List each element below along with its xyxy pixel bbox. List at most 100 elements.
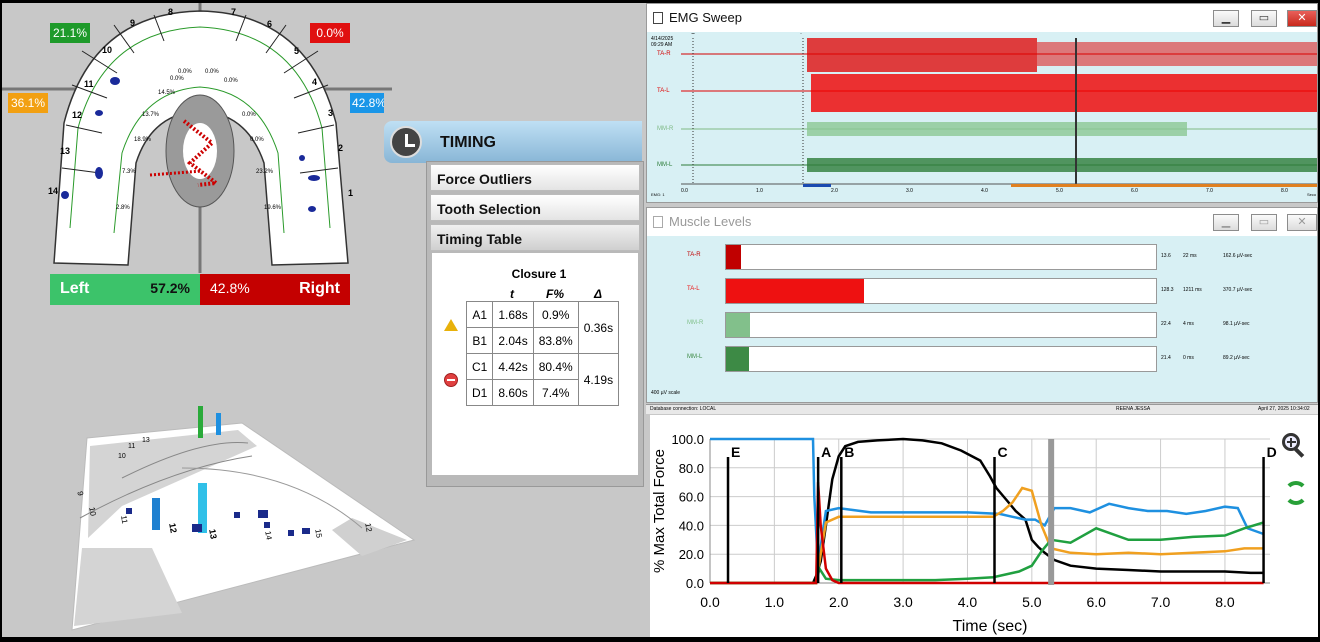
inner-percent: 18.9% bbox=[134, 137, 152, 143]
badge-top-left: 21.1% bbox=[50, 23, 90, 43]
muscle-value: 21.4 bbox=[1161, 355, 1171, 361]
close-button[interactable]: ✕ bbox=[1287, 214, 1317, 231]
tooth-number: 7 bbox=[231, 7, 237, 17]
muscle-value: 370.7 µV-sec bbox=[1223, 287, 1253, 293]
muscle-value: 1211 ms bbox=[1183, 287, 1202, 293]
inner-percent: 0.0% bbox=[242, 112, 256, 118]
muscle-value: 0 ms bbox=[1183, 355, 1194, 361]
tooth-number: 11 bbox=[84, 79, 94, 89]
muscle-level-track bbox=[725, 312, 1157, 338]
table-row: A1 1.68s 0.9% 0.36s bbox=[465, 301, 620, 354]
emg-x-tick: 1.0 bbox=[756, 188, 763, 194]
row-label: B1 bbox=[465, 327, 494, 354]
left-label: Left bbox=[60, 280, 90, 297]
model-tooth-label: 12 bbox=[167, 522, 179, 534]
series-line bbox=[710, 486, 1264, 585]
status-user: REENA JESSA bbox=[1116, 406, 1151, 412]
right-force-bar: 42.8% Right bbox=[200, 274, 350, 305]
y-tick-label: 40.0 bbox=[679, 518, 704, 533]
muscle-value: 13.6 bbox=[1161, 253, 1171, 259]
status-connection: Database connection: LOCAL bbox=[650, 406, 717, 412]
maximize-button[interactable]: ▭ bbox=[1251, 214, 1277, 231]
emg-sweep-window: EMG Sweep ▁ ▭ ✕ 4/14/2025 09:29 AM E A T… bbox=[646, 3, 1318, 203]
model-tooth-label: 10 bbox=[118, 453, 126, 460]
inner-percent: 0.0% bbox=[224, 78, 238, 84]
muscle-level-track bbox=[725, 346, 1157, 372]
muscle-level-track bbox=[725, 244, 1157, 270]
muscle-title: Muscle Levels bbox=[669, 214, 752, 229]
marker-label: D bbox=[1267, 444, 1277, 460]
channel-label: MM-L bbox=[657, 162, 673, 168]
inner-percent: 13.7% bbox=[142, 112, 160, 118]
model-tooth-label: 13 bbox=[207, 528, 219, 540]
muscle-level-track bbox=[725, 278, 1157, 304]
marker-label: C bbox=[998, 444, 1008, 460]
inner-percent: 2.8% bbox=[116, 205, 130, 211]
muscle-value: 89.2 µV-sec bbox=[1223, 355, 1250, 361]
menu-force-outliers[interactable]: Force Outliers bbox=[430, 164, 640, 191]
minimize-button[interactable]: ▁ bbox=[1213, 10, 1239, 27]
menu-tooth-selection[interactable]: Tooth Selection bbox=[430, 194, 640, 221]
y-tick-label: 60.0 bbox=[679, 490, 704, 505]
emg-x-tick: 7.0 bbox=[1206, 188, 1213, 194]
tooth-number: 10 bbox=[102, 45, 113, 55]
row-f: 0.9% bbox=[532, 301, 579, 328]
muscle-name: TA-L bbox=[687, 286, 700, 292]
tooth-number: 2 bbox=[338, 143, 344, 153]
muscle-name: TA-R bbox=[687, 252, 701, 258]
status-bar: Database connection: LOCAL REENA JESSA A… bbox=[646, 404, 1318, 414]
muscle-titlebar: Muscle Levels ▁ ▭ ✕ bbox=[647, 208, 1317, 236]
app-root: 21.1% 0.0% 36.1% 42.8% 1 2 3 4 5 6 7 8 9… bbox=[2, 3, 1318, 637]
muscle-value: 22 ms bbox=[1183, 253, 1197, 259]
refresh-icon[interactable] bbox=[1284, 481, 1308, 505]
tooth-number: 12 bbox=[72, 110, 83, 120]
inner-percent: 0.0% bbox=[178, 69, 192, 75]
closure-title: Closure 1 bbox=[511, 267, 567, 281]
row-f: 80.4% bbox=[532, 353, 579, 380]
menu-timing-table[interactable]: Timing Table bbox=[430, 224, 640, 251]
close-button[interactable]: ✕ bbox=[1287, 10, 1317, 27]
tooth-number: 6 bbox=[267, 19, 273, 29]
force-3d-model bbox=[71, 406, 416, 631]
tooth-number: 8 bbox=[168, 7, 174, 17]
minimize-button[interactable]: ▁ bbox=[1213, 214, 1239, 231]
maximize-button[interactable]: ▭ bbox=[1251, 10, 1277, 27]
row-label: D1 bbox=[465, 379, 494, 406]
muscle-value: 22.4 bbox=[1161, 321, 1171, 327]
muscle-scale: 400 µV scale bbox=[651, 390, 681, 396]
emg-x-tick: 6.0 bbox=[1131, 188, 1138, 194]
emg-footer-left: EMG: 1 bbox=[651, 192, 665, 197]
tooth-number: 3 bbox=[328, 108, 334, 118]
right-value: 42.8% bbox=[210, 280, 250, 296]
emg-x-tick: 4.0 bbox=[981, 188, 988, 194]
zoom-icon[interactable] bbox=[1282, 433, 1306, 458]
tooth-number: 14 bbox=[48, 186, 59, 196]
timing-header[interactable]: TIMING bbox=[384, 121, 642, 163]
emg-x-tick: 8.0 bbox=[1281, 188, 1288, 194]
x-tick-label: 5.0 bbox=[1022, 594, 1042, 610]
channel-label: MM-R bbox=[657, 126, 674, 132]
row-t: 2.04s bbox=[492, 327, 534, 354]
muscle-value: 128.3 bbox=[1161, 287, 1174, 293]
x-tick-label: 1.0 bbox=[765, 594, 785, 610]
row-t: 1.68s bbox=[492, 301, 534, 328]
timing-title: TIMING bbox=[440, 134, 496, 151]
row-f: 83.8% bbox=[532, 327, 579, 354]
model-tooth-label: 11 bbox=[128, 443, 136, 450]
row-t: 4.42s bbox=[492, 353, 534, 380]
col-delta-header: Δ bbox=[594, 287, 603, 301]
left-force-bar: Left 57.2% bbox=[50, 274, 200, 305]
y-tick-label: 100.0 bbox=[671, 432, 704, 447]
emg-x-tick: 3.0 bbox=[906, 188, 913, 194]
row-label: C1 bbox=[465, 353, 494, 380]
x-tick-label: 0.0 bbox=[700, 594, 720, 610]
model-tooth-label: 13 bbox=[142, 437, 150, 444]
x-tick-label: 2.0 bbox=[829, 594, 849, 610]
muscle-value: 98.1 µV-sec bbox=[1223, 321, 1250, 327]
emg-x-tick: 5.0 bbox=[1056, 188, 1063, 194]
row-f: 7.4% bbox=[532, 379, 579, 406]
model-tooth-label: 10 bbox=[87, 506, 98, 517]
emg-x-tick: 0.0 bbox=[681, 188, 688, 194]
model-tooth-label: 15 bbox=[313, 528, 324, 539]
muscle-levels-window: Muscle Levels ▁ ▭ ✕ TA-R 13.6 22 ms 162.6 µ… bbox=[646, 207, 1318, 403]
